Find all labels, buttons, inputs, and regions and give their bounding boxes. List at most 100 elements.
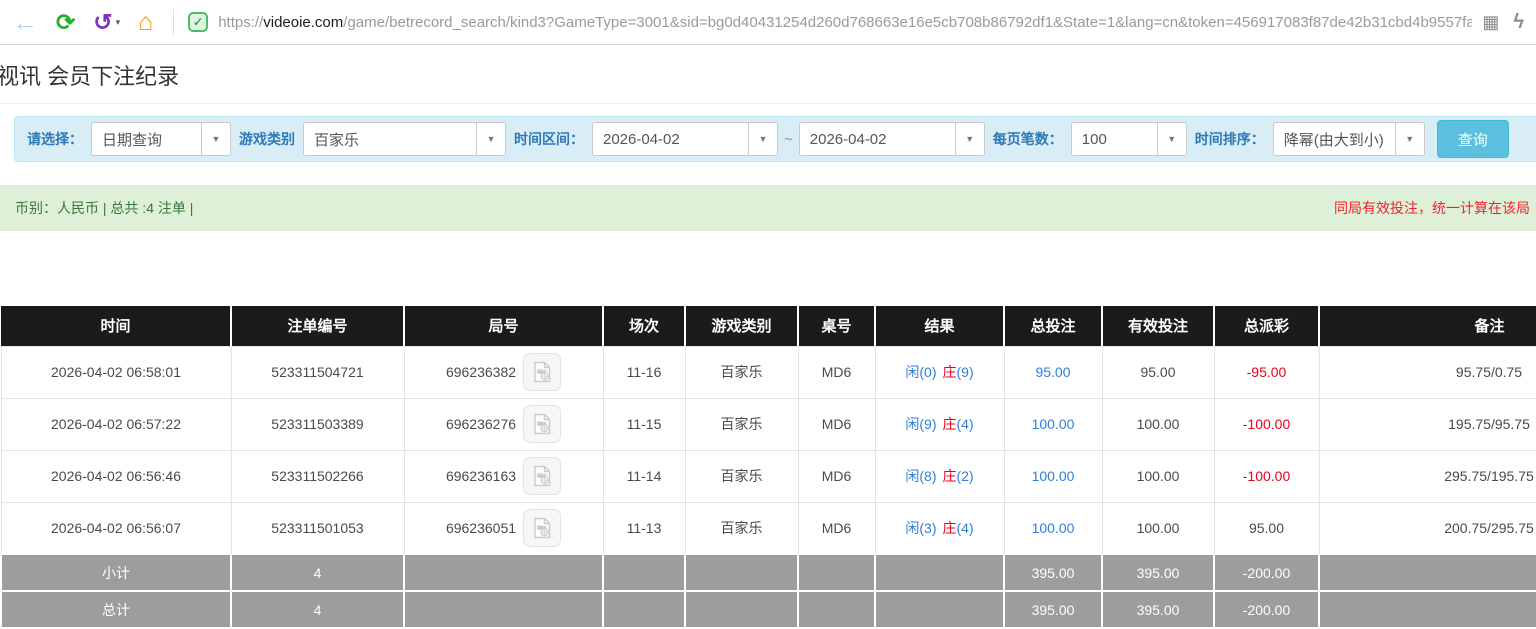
cell-remark: 195.75/95.75	[1319, 398, 1536, 450]
col-header-round: 局号	[404, 306, 603, 346]
cell-bet-id: 523311503389	[231, 398, 404, 450]
cell-time: 2026-04-02 06:57:22	[1, 398, 231, 450]
url-path: /game/betrecord_search/kind3?GameType=30…	[343, 14, 1472, 31]
cell-table-no: MD6	[798, 346, 875, 398]
undo-control[interactable]: ↺ ▾	[93, 9, 120, 36]
chevron-down-icon[interactable]: ▼	[476, 123, 505, 155]
time-range-label: 时间区间：	[514, 129, 584, 149]
subtotal-label: 小计	[1, 554, 231, 591]
address-bar[interactable]: https://videoie.com/game/betrecord_searc…	[218, 14, 1472, 31]
total-row: 总计 4 395.00 395.00 -200.00	[1, 591, 1536, 628]
video-file-icon	[530, 360, 554, 384]
round-number: 696236276	[446, 416, 516, 432]
search-button[interactable]: 查询	[1437, 120, 1509, 158]
col-header-valid-bet: 有效投注	[1102, 306, 1214, 346]
video-file-icon	[530, 464, 554, 488]
subtotal-valid-bet: 395.00	[1102, 554, 1214, 591]
video-replay-button[interactable]	[523, 405, 561, 443]
video-replay-button[interactable]	[523, 457, 561, 495]
home-icon[interactable]: ⌂	[138, 10, 153, 35]
back-icon[interactable]: ←	[12, 9, 38, 35]
game-category-select[interactable]: 百家乐 ▼	[303, 122, 506, 156]
chevron-down-icon[interactable]: ▼	[1157, 123, 1186, 155]
cell-valid-bet: 100.00	[1102, 502, 1214, 554]
query-type-select[interactable]: 日期查询 ▼	[91, 122, 231, 156]
site-security-shield-icon[interactable]: ✓	[188, 12, 208, 32]
cell-remark: 295.75/195.75	[1319, 450, 1536, 502]
col-header-bet-id: 注单编号	[231, 306, 404, 346]
result-player-points: (9)	[919, 416, 936, 432]
cell-round: 696236382	[404, 346, 603, 398]
cell-valid-bet: 100.00	[1102, 398, 1214, 450]
result-banker-points: (4)	[957, 416, 974, 432]
refresh-icon[interactable]: ⟳	[56, 11, 75, 34]
round-number: 696236163	[446, 468, 516, 484]
col-header-total-bet: 总投注	[1004, 306, 1102, 346]
cell-total-bet[interactable]: 100.00	[1004, 502, 1102, 554]
table-row: 2026-04-02 06:57:22 523311503389 6962362…	[1, 398, 1536, 450]
total-count: 4	[231, 591, 404, 628]
col-header-remark: 备注	[1319, 306, 1536, 346]
chevron-down-icon[interactable]: ▼	[955, 123, 984, 155]
lightning-icon[interactable]: ϟ	[1513, 11, 1524, 34]
cell-result: 闲(0)庄(9)	[875, 346, 1004, 398]
table-row: 2026-04-02 06:56:07 523311501053 6962360…	[1, 502, 1536, 554]
table-row: 2026-04-02 06:58:01 523311504721 6962363…	[1, 346, 1536, 398]
video-replay-button[interactable]	[523, 353, 561, 391]
query-type-value: 日期查询	[92, 123, 201, 155]
per-page-select[interactable]: 100 ▼	[1071, 122, 1187, 156]
per-page-value: 100	[1072, 123, 1157, 155]
summary-bar: 币别：人民币 | 总共 :4 注单 | 同局有效投注，统一计算在该局	[0, 185, 1536, 231]
col-header-game: 游戏类别	[685, 306, 798, 346]
url-scheme: https://	[218, 14, 263, 31]
result-banker-points: (2)	[957, 468, 974, 484]
cell-game: 百家乐	[685, 346, 798, 398]
result-player-label: 闲	[905, 468, 919, 484]
col-header-session: 场次	[603, 306, 685, 346]
undo-icon[interactable]: ↺	[93, 9, 112, 36]
chevron-down-icon[interactable]: ▼	[201, 123, 230, 155]
cell-total-bet[interactable]: 100.00	[1004, 398, 1102, 450]
cell-game: 百家乐	[685, 450, 798, 502]
total-total-bet: 395.00	[1004, 591, 1102, 628]
cell-total-bet[interactable]: 95.00	[1004, 346, 1102, 398]
video-replay-button[interactable]	[523, 509, 561, 547]
cell-table-no: MD6	[798, 502, 875, 554]
total-payout: -200.00	[1214, 591, 1319, 628]
summary-note: 同局有效投注，统一计算在该局	[1334, 198, 1530, 218]
table-body: 2026-04-02 06:58:01 523311504721 6962363…	[1, 346, 1536, 554]
cell-valid-bet: 100.00	[1102, 450, 1214, 502]
result-banker-label: 庄	[943, 416, 957, 432]
date-from-select[interactable]: 2026-04-02 ▼	[592, 122, 778, 156]
date-to-select[interactable]: 2026-04-02 ▼	[799, 122, 985, 156]
video-file-icon	[530, 412, 554, 436]
chevron-down-icon[interactable]: ▼	[1395, 123, 1424, 155]
cell-table-no: MD6	[798, 450, 875, 502]
col-header-result: 结果	[875, 306, 1004, 346]
cell-remark: 200.75/295.75	[1319, 502, 1536, 554]
sort-order-label: 时间排序：	[1195, 129, 1265, 149]
undo-caret-icon[interactable]: ▾	[116, 17, 121, 28]
qr-code-icon[interactable]: ▦	[1482, 12, 1499, 33]
result-banker-label: 庄	[943, 468, 957, 484]
toolbar-divider	[173, 9, 174, 35]
cell-total-bet[interactable]: 100.00	[1004, 450, 1102, 502]
result-player-points: (3)	[919, 520, 936, 536]
cell-round: 696236051	[404, 502, 603, 554]
cell-time: 2026-04-02 06:56:46	[1, 450, 231, 502]
result-banker-points: (4)	[957, 520, 974, 536]
cell-bet-id: 523311504721	[231, 346, 404, 398]
cell-session: 11-14	[603, 450, 685, 502]
cell-game: 百家乐	[685, 398, 798, 450]
total-valid-bet: 395.00	[1102, 591, 1214, 628]
total-label: 总计	[1, 591, 231, 628]
cell-result: 闲(9)庄(4)	[875, 398, 1004, 450]
sort-order-select[interactable]: 降幂(由大到小) ▼	[1273, 122, 1425, 156]
cell-payout: -100.00	[1214, 450, 1319, 502]
subtotal-total-bet: 395.00	[1004, 554, 1102, 591]
subtotal-payout: -200.00	[1214, 554, 1319, 591]
bet-records-table: 时间 注单编号 局号 场次 游戏类别 桌号 结果 总投注 有效投注 总派彩 备注…	[0, 306, 1536, 629]
browser-toolbar: ← ⟳ ↺ ▾ ⌂ ✓ https://videoie.com/game/bet…	[0, 0, 1536, 45]
cell-round: 696236276	[404, 398, 603, 450]
chevron-down-icon[interactable]: ▼	[748, 123, 777, 155]
